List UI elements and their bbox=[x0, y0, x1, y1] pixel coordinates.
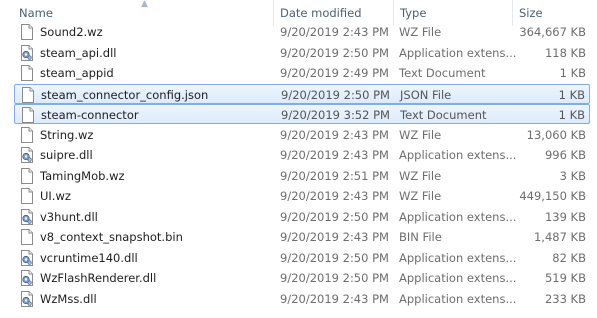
file-size: 82 KB bbox=[552, 250, 586, 265]
file-date-modified: 9/20/2019 2:43 PM bbox=[280, 148, 389, 162]
file-size: 118 KB bbox=[544, 45, 586, 60]
file-icon bbox=[20, 24, 34, 40]
file-row[interactable]: WzFlashRenderer.dll 9/20/2019 2:50 PM Appl… bbox=[14, 268, 590, 288]
file-type: Application extens... bbox=[399, 148, 517, 162]
dll-icon bbox=[20, 270, 34, 286]
file-type: WZ File bbox=[399, 189, 442, 203]
file-icon bbox=[21, 86, 35, 103]
file-date-modified: 9/20/2019 2:50 PM bbox=[280, 209, 389, 224]
file-date-modified: 9/20/2019 2:43 PM bbox=[280, 230, 389, 244]
column-header-type-label: Type bbox=[400, 6, 427, 20]
file-row[interactable]: TamingMob.wz 9/20/2019 2:51 PM WZ File 3 KB bbox=[14, 166, 590, 186]
file-size: 233 KB bbox=[544, 291, 586, 306]
file-type: Application extens... bbox=[399, 291, 517, 306]
file-row[interactable]: steam-connector 9/20/2019 3:52 PM Text Doc… bbox=[14, 104, 590, 124]
file-type: WZ File bbox=[399, 127, 442, 142]
file-size: 1 KB bbox=[558, 108, 585, 122]
file-row[interactable]: v8_context_snapshot.bin 9/20/2019 2:43 PM… bbox=[14, 227, 590, 247]
file-date-modified: 9/20/2019 2:50 PM bbox=[280, 45, 389, 60]
file-row[interactable]: v3hunt.dll 9/20/2019 2:50 PM Application e… bbox=[14, 207, 590, 227]
file-type: Application extens... bbox=[399, 271, 517, 285]
file-icon bbox=[20, 229, 34, 245]
file-date-modified: 9/20/2019 2:43 PM bbox=[280, 291, 389, 306]
file-size: 1 KB bbox=[559, 66, 586, 80]
file-icon bbox=[20, 65, 34, 81]
file-icon bbox=[20, 126, 34, 143]
file-type: Text Document bbox=[399, 66, 486, 80]
file-name: steam_api.dll bbox=[40, 45, 117, 60]
file-icon bbox=[20, 167, 34, 184]
file-size: 996 KB bbox=[544, 148, 586, 162]
file-name: UI.wz bbox=[40, 189, 71, 203]
file-row[interactable]: UI.wz 9/20/2019 2:43 PM WZ File 449,150 KB bbox=[14, 186, 590, 206]
file-name: suipre.dll bbox=[40, 148, 93, 162]
file-date-modified: 9/20/2019 2:50 PM bbox=[280, 250, 389, 265]
file-size: 364,667 KB bbox=[519, 25, 586, 39]
file-size: 1 KB bbox=[558, 87, 585, 102]
file-name: TamingMob.wz bbox=[40, 168, 125, 183]
file-date-modified: 9/20/2019 2:51 PM bbox=[280, 168, 389, 183]
file-size: 3 KB bbox=[559, 168, 586, 183]
file-type: Application extens... bbox=[399, 209, 517, 224]
file-name: steam-connector bbox=[41, 108, 139, 122]
dll-icon bbox=[20, 290, 34, 307]
file-row[interactable]: suipre.dll 9/20/2019 2:43 PM Application e… bbox=[14, 145, 590, 165]
file-name: String.wz bbox=[40, 127, 94, 142]
dll-icon bbox=[20, 249, 34, 266]
column-header-date-label: Date modified bbox=[280, 6, 362, 20]
file-name: vcruntime140.dll bbox=[40, 250, 138, 265]
file-type: Text Document bbox=[400, 108, 487, 122]
file-size: 449,150 KB bbox=[519, 189, 586, 203]
file-date-modified: 9/20/2019 3:52 PM bbox=[281, 108, 390, 122]
file-name: WzMss.dll bbox=[40, 291, 97, 306]
file-type: WZ File bbox=[399, 25, 442, 39]
file-row[interactable]: steam_connector_config.json 9/20/2019 2:5… bbox=[14, 83, 590, 104]
file-date-modified: 9/20/2019 2:49 PM bbox=[280, 66, 389, 80]
file-name: steam_connector_config.json bbox=[41, 87, 209, 102]
file-size: 1,487 KB bbox=[533, 230, 586, 244]
file-date-modified: 9/20/2019 2:43 PM bbox=[280, 189, 389, 203]
file-row[interactable]: Sound2.wz 9/20/2019 2:43 PM WZ File 364,667… bbox=[14, 22, 590, 42]
file-type: BIN File bbox=[399, 230, 442, 244]
dll-icon bbox=[20, 44, 34, 61]
column-header-size-label: Size bbox=[519, 6, 543, 20]
dll-icon bbox=[20, 208, 34, 225]
column-header-name-label: Name bbox=[19, 6, 53, 20]
file-name: steam_appid bbox=[40, 66, 114, 80]
file-date-modified: 9/20/2019 2:50 PM bbox=[280, 271, 389, 285]
file-row[interactable]: steam_appid 9/20/2019 2:49 PM Text Documen… bbox=[14, 63, 590, 83]
file-date-modified: 9/20/2019 2:43 PM bbox=[280, 127, 389, 142]
file-name: WzFlashRenderer.dll bbox=[40, 271, 157, 285]
file-row[interactable]: WzMss.dll 9/20/2019 2:43 PM Application ex… bbox=[14, 289, 590, 309]
file-type: Application extens... bbox=[399, 250, 517, 265]
file-date-modified: 9/20/2019 2:43 PM bbox=[280, 25, 389, 39]
file-name: v3hunt.dll bbox=[40, 209, 98, 224]
file-size: 519 KB bbox=[544, 271, 586, 285]
file-name: Sound2.wz bbox=[40, 25, 103, 39]
file-icon bbox=[20, 188, 34, 204]
file-size: 139 KB bbox=[544, 209, 586, 224]
file-type: JSON File bbox=[400, 87, 452, 102]
file-icon bbox=[21, 107, 35, 123]
file-type: WZ File bbox=[399, 168, 442, 183]
file-row[interactable]: steam_api.dll 9/20/2019 2:50 PM Applicatio… bbox=[14, 43, 590, 63]
file-row[interactable]: vcruntime140.dll 9/20/2019 2:50 PM Applica… bbox=[14, 248, 590, 268]
file-size: 13,060 KB bbox=[526, 127, 586, 142]
file-name: v8_context_snapshot.bin bbox=[40, 230, 183, 244]
file-date-modified: 9/20/2019 2:50 PM bbox=[281, 87, 390, 102]
dll-icon bbox=[20, 147, 34, 163]
sort-ascending-icon: ▲ bbox=[141, 0, 148, 9]
file-type: Application extens... bbox=[399, 45, 517, 60]
file-row[interactable]: String.wz 9/20/2019 2:43 PM WZ File 13,060 … bbox=[14, 125, 590, 145]
